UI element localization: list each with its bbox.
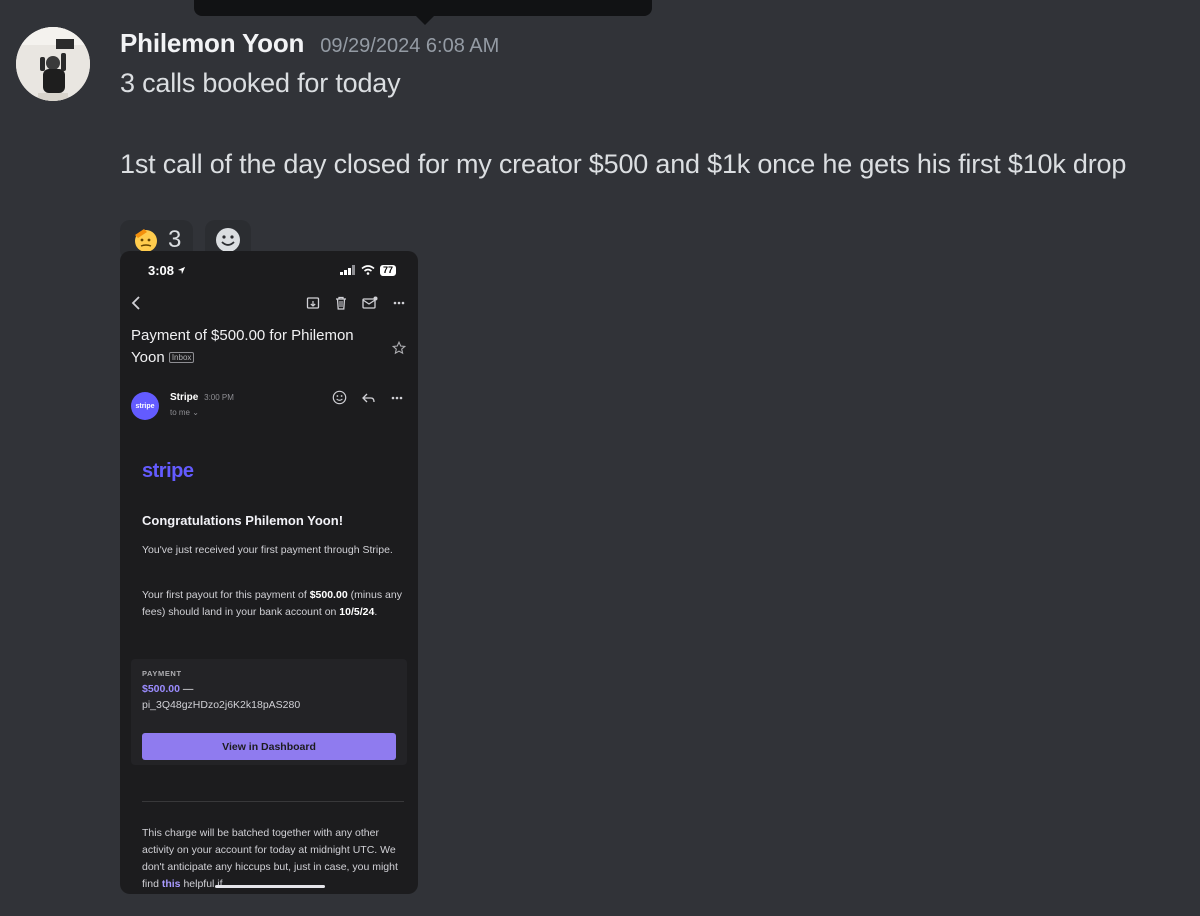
- sender-name: Stripe 3:00 PM: [170, 392, 234, 403]
- subject-line-2: Yoon: [131, 349, 165, 366]
- para2-amount: $500.00: [309, 589, 348, 601]
- recipient-text: to me: [170, 408, 191, 417]
- para2-date: 10/5/24: [339, 606, 375, 618]
- signal-icon: [339, 265, 355, 275]
- email-subject: Payment of $500.00 for Philemon Yoon Inb…: [131, 325, 381, 369]
- message-line-1: 3 calls booked for today: [120, 68, 401, 98]
- payment-amount-line: $500.00 —: [142, 683, 193, 695]
- sender-row: stripe Stripe 3:00 PM to me ⌄: [131, 390, 404, 420]
- saluting-face-icon: [135, 229, 157, 252]
- para3-text-b: helpful if: [180, 878, 223, 890]
- status-icons: 77: [339, 264, 396, 276]
- sender-time: 3:00 PM: [204, 393, 234, 402]
- stripe-logo: stripe: [142, 460, 194, 482]
- chat-message: Philemon Yoon 09/29/2024 6:08 AM 3 calls…: [120, 28, 1190, 260]
- payment-label: PAYMENT: [142, 669, 182, 678]
- avatar-photo: [16, 27, 90, 101]
- phone-status-bar: 3:08 77: [148, 261, 396, 279]
- home-indicator: [215, 885, 325, 888]
- avatar[interactable]: [16, 27, 90, 101]
- payment-amount: $500.00: [142, 683, 180, 695]
- add-reaction-smiley-icon: [216, 228, 241, 252]
- para2-text-a: Your first payout for this payment of: [142, 589, 310, 601]
- inbox-label[interactable]: Inbox: [168, 352, 195, 364]
- location-arrow-icon: [177, 266, 186, 274]
- subject-line-1: Payment of $500.00 for Philemon: [131, 327, 354, 344]
- mail-toolbar: [130, 293, 406, 313]
- emoji-react-icon[interactable]: [332, 390, 347, 405]
- view-in-dashboard-button[interactable]: View in Dashboard: [142, 733, 396, 760]
- message-line-2: 1st call of the day closed for my creato…: [120, 149, 1127, 179]
- help-link[interactable]: this: [162, 878, 181, 890]
- author-name[interactable]: Philemon Yoon: [120, 28, 304, 59]
- payment-id: pi_3Q48gzHDzo2j6K2k18pAS280: [142, 699, 301, 711]
- wifi-icon: [361, 265, 375, 275]
- sender-avatar: stripe: [131, 392, 159, 420]
- recipient-line[interactable]: to me ⌄: [170, 408, 199, 417]
- payment-dash: —: [179, 683, 194, 695]
- para2-text-c: .: [374, 606, 378, 618]
- divider: [142, 801, 404, 802]
- email-paragraph-1: You've just received your first payment …: [142, 544, 393, 556]
- message-timestamp: 09/29/2024 6:08 AM: [320, 35, 500, 57]
- image-attachment[interactable]: 3:08 77 Payment of $500.00 for Philemon …: [120, 251, 418, 894]
- reaction-count: 3: [168, 226, 182, 253]
- email-paragraph-3: This charge will be batched together wit…: [142, 825, 404, 893]
- battery-icon: 77: [379, 264, 396, 276]
- archive-icon[interactable]: [306, 296, 320, 310]
- star-icon[interactable]: [392, 341, 406, 355]
- back-chevron-icon[interactable]: [130, 295, 142, 311]
- payment-box: PAYMENT $500.00 — pi_3Q48gzHDzo2j6K2k18p…: [131, 659, 407, 765]
- trash-icon[interactable]: [334, 296, 348, 310]
- status-time: 3:08: [148, 262, 175, 278]
- message-more-icon[interactable]: [390, 391, 404, 405]
- email-paragraph-2: Your first payout for this payment of $5…: [142, 587, 404, 621]
- sender-actions: [332, 390, 404, 405]
- tooltip: [194, 0, 652, 25]
- email-heading: Congratulations Philemon Yoon!: [142, 513, 344, 528]
- reply-icon[interactable]: [361, 391, 376, 405]
- sender-name-text: Stripe: [170, 392, 199, 403]
- mark-unread-icon[interactable]: [362, 296, 378, 310]
- message-header: Philemon Yoon 09/29/2024 6:08 AM: [120, 28, 1190, 60]
- more-options-icon[interactable]: [392, 296, 406, 310]
